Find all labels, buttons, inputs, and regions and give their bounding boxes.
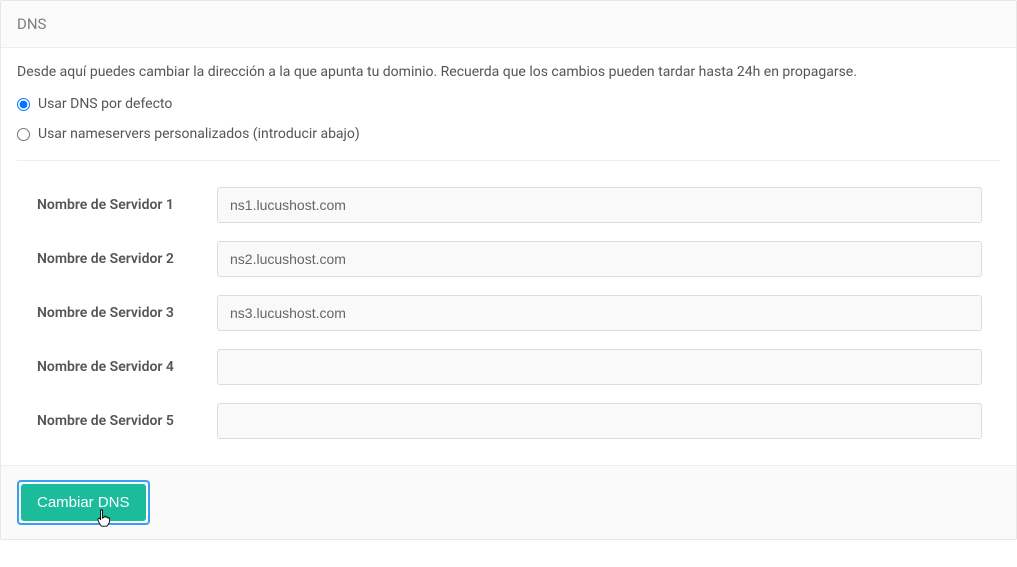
radio-default-dns[interactable]: Usar DNS por defecto <box>17 96 1000 112</box>
nameserver-label-3: Nombre de Servidor 3 <box>17 305 217 321</box>
nameserver-label-2: Nombre de Servidor 2 <box>17 251 217 267</box>
nameserver-row-2: Nombre de Servidor 2 <box>17 241 1000 277</box>
radio-custom-dns-input[interactable] <box>17 128 30 141</box>
panel-body: Desde aquí puedes cambiar la dirección a… <box>1 48 1016 465</box>
nameserver-row-5: Nombre de Servidor 5 <box>17 403 1000 439</box>
nameserver-input-4[interactable] <box>217 349 982 385</box>
panel-footer: Cambiar DNS <box>1 465 1016 539</box>
panel-header: DNS <box>1 1 1016 48</box>
radio-custom-dns-label: Usar nameservers personalizados (introdu… <box>38 126 360 142</box>
panel-title: DNS <box>17 15 46 33</box>
submit-button[interactable]: Cambiar DNS <box>21 484 146 521</box>
nameserver-label-5: Nombre de Servidor 5 <box>17 413 217 429</box>
separator <box>17 160 1000 161</box>
submit-button-label: Cambiar DNS <box>37 494 130 511</box>
nameserver-input-5[interactable] <box>217 403 982 439</box>
submit-button-highlight: Cambiar DNS <box>17 480 150 525</box>
nameserver-row-3: Nombre de Servidor 3 <box>17 295 1000 331</box>
nameserver-input-3[interactable] <box>217 295 982 331</box>
dns-panel: DNS Desde aquí puedes cambiar la direcci… <box>0 0 1017 540</box>
radio-custom-dns[interactable]: Usar nameservers personalizados (introdu… <box>17 126 1000 142</box>
radio-default-dns-input[interactable] <box>17 98 30 111</box>
dns-description: Desde aquí puedes cambiar la dirección a… <box>17 64 1000 80</box>
nameserver-input-1[interactable] <box>217 187 982 223</box>
radio-default-dns-label: Usar DNS por defecto <box>38 96 172 112</box>
nameserver-row-4: Nombre de Servidor 4 <box>17 349 1000 385</box>
nameserver-row-1: Nombre de Servidor 1 <box>17 187 1000 223</box>
nameserver-input-2[interactable] <box>217 241 982 277</box>
nameserver-label-1: Nombre de Servidor 1 <box>17 197 217 213</box>
nameserver-label-4: Nombre de Servidor 4 <box>17 359 217 375</box>
